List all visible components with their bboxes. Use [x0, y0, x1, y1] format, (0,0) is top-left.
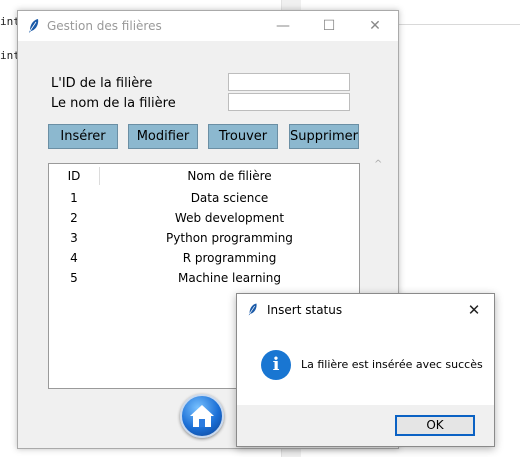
id-input[interactable] — [228, 73, 350, 91]
table-row[interactable]: 3 Python programming — [49, 228, 359, 248]
feather-icon — [248, 303, 257, 316]
id-label: L'ID de la filière — [51, 76, 153, 91]
column-header-id[interactable]: ID — [49, 164, 99, 188]
scroll-up-arrow-icon[interactable]: ^ — [374, 159, 382, 170]
minimize-button[interactable]: — — [260, 11, 306, 41]
feather-icon — [29, 19, 39, 33]
info-icon: i — [261, 350, 291, 380]
row-name: Web development — [174, 211, 285, 225]
row-id: 3 — [70, 231, 78, 245]
window-titlebar[interactable]: Gestion des filières — ☐ ✕ — [18, 11, 398, 41]
table-row[interactable]: 1 Data science — [49, 188, 359, 208]
row-id: 1 — [70, 191, 78, 205]
name-label: Le nom de la filière — [51, 96, 176, 111]
column-header-name[interactable]: Nom de filière — [100, 164, 359, 188]
dialog-title: Insert status — [267, 303, 343, 317]
row-name: R programming — [182, 251, 277, 265]
dialog-close-button[interactable]: ✕ — [461, 299, 487, 321]
close-button[interactable]: ✕ — [352, 11, 398, 41]
row-id: 4 — [70, 251, 78, 265]
row-name: Machine learning — [177, 271, 281, 285]
ok-button[interactable]: OK — [395, 415, 475, 436]
home-button[interactable] — [180, 394, 224, 438]
row-name: Data science — [190, 191, 269, 205]
row-id: 5 — [70, 271, 78, 285]
find-button[interactable]: Trouver — [208, 124, 278, 149]
delete-button[interactable]: Supprimer — [289, 124, 359, 149]
table-row[interactable]: 4 R programming — [49, 248, 359, 268]
name-input[interactable] — [228, 93, 350, 111]
maximize-button[interactable]: ☐ — [306, 11, 352, 41]
insert-button[interactable]: Insérer — [48, 124, 118, 149]
dialog-footer: OK — [237, 405, 494, 446]
window-title: Gestion des filières — [47, 19, 162, 33]
row-name: Python programming — [166, 231, 293, 245]
table-row[interactable]: 2 Web development — [49, 208, 359, 228]
dialog-message: La filière est insérée avec succès — [301, 358, 483, 371]
home-icon — [190, 405, 214, 427]
insert-status-dialog: Insert status ✕ i La filière est insérée… — [236, 293, 495, 447]
table-row[interactable]: 5 Machine learning — [49, 268, 359, 288]
row-id: 2 — [70, 211, 78, 225]
modify-button[interactable]: Modifier — [128, 124, 198, 149]
